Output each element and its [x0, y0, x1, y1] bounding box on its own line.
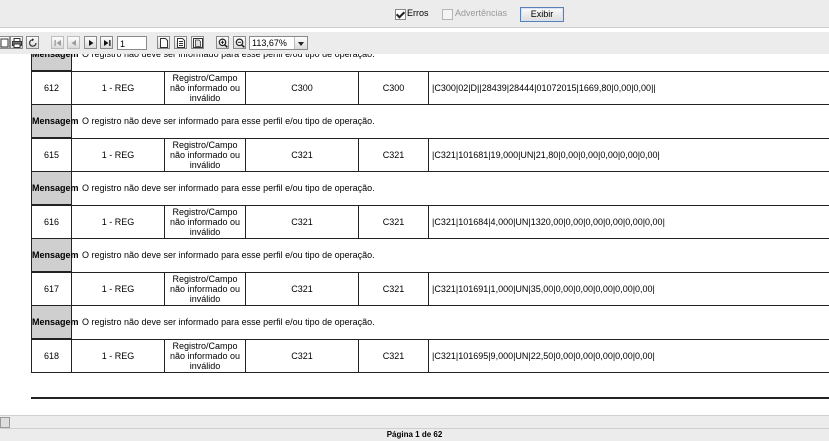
zoom-out-button[interactable] [233, 36, 246, 49]
row-record-type: C321 [359, 272, 429, 306]
message-label: Mensagem [32, 306, 72, 340]
zoom-select[interactable]: 113,67% [249, 36, 308, 50]
erros-label: Erros [407, 8, 429, 18]
message-row: MensagemO registro não deve ser informad… [32, 239, 829, 273]
exibir-button[interactable]: Exibir [520, 7, 564, 22]
row-number: 612 [32, 71, 72, 105]
row-record: C321 [246, 205, 359, 239]
advertencias-label: Advertências [455, 8, 507, 18]
erros-checkbox[interactable] [395, 9, 406, 20]
row-number: 617 [32, 272, 72, 306]
row-register: 1 - REG [72, 71, 165, 105]
table-row: 6121 - REGRegistro/Campo não informado o… [32, 71, 829, 105]
row-description: Registro/Campo não informado ou inválido [165, 71, 246, 105]
message-label: Mensagem [32, 239, 72, 273]
scrollbar-thumb[interactable] [0, 417, 10, 428]
row-description: Registro/Campo não informado ou inválido [165, 339, 246, 373]
row-line-content: |C321|101681|19,000|UN|21,80|0,00|0,00|0… [429, 138, 829, 172]
table-row: 6171 - REGRegistro/Campo não informado o… [32, 272, 829, 306]
next-page-button[interactable] [84, 36, 97, 49]
row-record: C300 [246, 71, 359, 105]
options-bar: Erros Advertências Exibir [0, 0, 829, 28]
message-text: O registro não deve ser informado para e… [72, 54, 829, 71]
zoom-in-button[interactable] [216, 36, 229, 49]
message-row: MensagemO registro não deve ser informad… [32, 172, 829, 206]
report-viewport: Mensagem O registro não deve ser informa… [0, 54, 829, 415]
prev-page-icon [69, 38, 79, 48]
row-description: Registro/Campo não informado ou inválido [165, 138, 246, 172]
refresh-icon [28, 38, 38, 48]
message-text: O registro não deve ser informado para e… [72, 105, 829, 139]
message-label: Mensagem [32, 172, 72, 206]
report-toolbar: 1 113,67% [0, 32, 829, 54]
row-line-content: |C321|101684|4,000|UN|1320,00|0,00|0,00|… [429, 205, 829, 239]
whole-page-icon [193, 38, 203, 48]
printer-icon [12, 38, 22, 48]
validation-table: Mensagem O registro não deve ser informa… [31, 54, 829, 373]
row-number: 618 [32, 339, 72, 373]
first-page-button[interactable] [51, 36, 64, 49]
next-page-icon [86, 38, 96, 48]
row-record-type: C321 [359, 205, 429, 239]
last-page-icon [102, 38, 112, 48]
page-icon [159, 38, 169, 48]
message-row: MensagemO registro não deve ser informad… [32, 306, 829, 340]
status-bar: Página 1 de 62 [0, 428, 829, 441]
zoom-in-icon [218, 38, 228, 48]
table-row: 6161 - REGRegistro/Campo não informado o… [32, 205, 829, 239]
table-row: 6151 - REGRegistro/Campo não informado o… [32, 138, 829, 172]
chevron-down-icon[interactable] [294, 37, 307, 49]
row-record: C321 [246, 339, 359, 373]
message-text: O registro não deve ser informado para e… [72, 172, 829, 206]
page-indicator: Página 1 de 62 [387, 430, 443, 439]
message-label: Mensagem [32, 105, 72, 139]
row-register: 1 - REG [72, 339, 165, 373]
row-record-type: C300 [359, 71, 429, 105]
first-page-icon [53, 38, 63, 48]
row-register: 1 - REG [72, 205, 165, 239]
row-line-content: |C321|101695|9,000|UN|22,50|0,00|0,00|0,… [429, 339, 829, 373]
row-register: 1 - REG [72, 272, 165, 306]
page-number-input[interactable]: 1 [117, 36, 147, 50]
row-number: 615 [32, 138, 72, 172]
row-line-content: |C321|101691|1,000|UN|35,00|0,00|0,00|0,… [429, 272, 829, 306]
horizontal-scrollbar[interactable] [0, 415, 829, 428]
row-line-content: |C300|02|D||28439|28444|01072015|1669,80… [429, 71, 829, 105]
last-page-button[interactable] [100, 36, 113, 49]
row-description: Registro/Campo não informado ou inválido [165, 272, 246, 306]
zoom-value: 113,67% [252, 38, 287, 48]
message-row: MensagemO registro não deve ser informad… [32, 105, 829, 139]
table-row: 6181 - REGRegistro/Campo não informado o… [32, 339, 829, 373]
row-description: Registro/Campo não informado ou inválido [165, 205, 246, 239]
export-icon [0, 38, 9, 48]
refresh-button[interactable] [26, 36, 39, 49]
page-width-icon [176, 38, 186, 48]
row-record: C321 [246, 272, 359, 306]
message-text: O registro não deve ser informado para e… [72, 306, 829, 340]
export-button[interactable] [0, 36, 10, 49]
page-view-button[interactable] [157, 36, 170, 49]
page-width-button[interactable] [174, 36, 187, 49]
row-record: C321 [246, 138, 359, 172]
row-register: 1 - REG [72, 138, 165, 172]
print-button[interactable] [10, 36, 23, 49]
message-row: Mensagem O registro não deve ser informa… [32, 54, 829, 71]
zoom-out-icon [235, 38, 245, 48]
prev-page-button[interactable] [67, 36, 80, 49]
row-record-type: C321 [359, 138, 429, 172]
message-text: O registro não deve ser informado para e… [72, 239, 829, 273]
whole-page-button[interactable] [191, 36, 204, 49]
page-end-rule [31, 397, 829, 399]
advertencias-checkbox[interactable] [442, 9, 453, 20]
row-record-type: C321 [359, 339, 429, 373]
message-label: Mensagem [32, 54, 72, 71]
row-number: 616 [32, 205, 72, 239]
report-page: Mensagem O registro não deve ser informa… [31, 54, 829, 373]
